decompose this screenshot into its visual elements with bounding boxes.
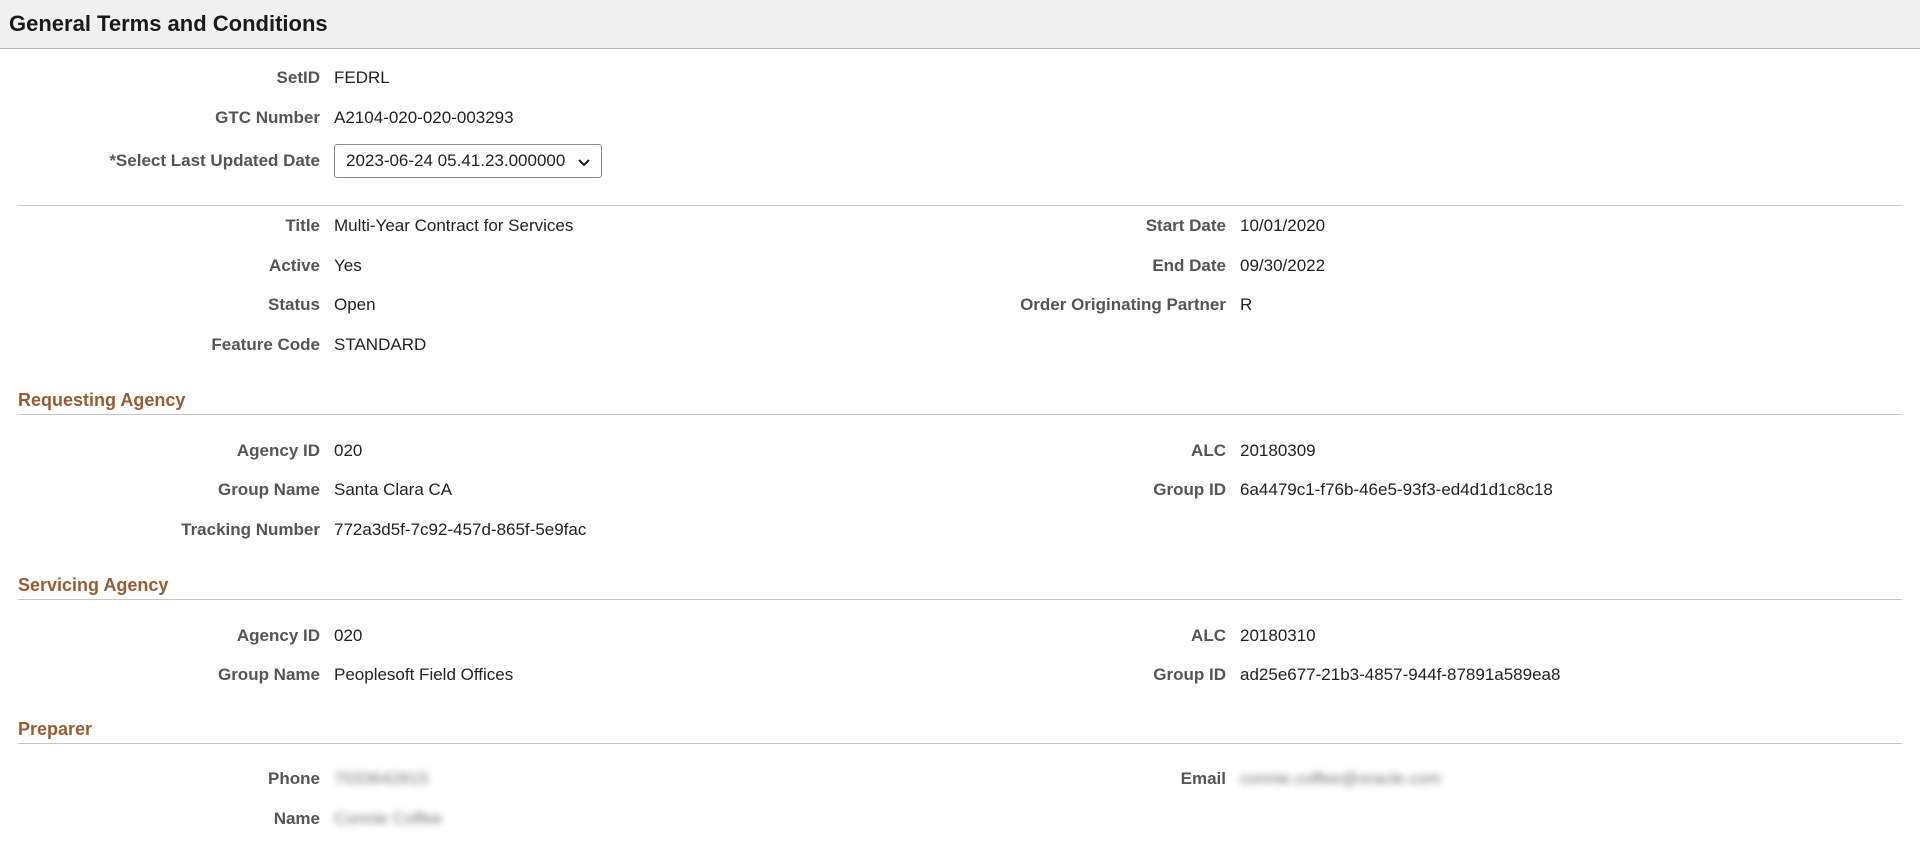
preparer-name-label: Name bbox=[273, 809, 320, 828]
last-updated-date-select[interactable]: 2023-06-24 05.41.23.000000 bbox=[334, 144, 603, 178]
divider bbox=[18, 743, 1902, 744]
req-group-id-value: 6a4479c1-f76b-46e5-93f3-ed4d1d1c8c18 bbox=[1240, 480, 1553, 499]
req-tracking-label: Tracking Number bbox=[181, 520, 320, 539]
gtc-number-label: GTC Number bbox=[215, 108, 320, 127]
start-date-row: Start Date 10/01/2020 bbox=[0, 214, 1325, 238]
last-updated-date-value: 2023-06-24 05.41.23.000000 bbox=[346, 151, 566, 170]
preparer-email-value: connie.coffee@oracle.com bbox=[1240, 769, 1442, 788]
gtc-number-value: A2104-020-020-003293 bbox=[334, 108, 514, 127]
req-group-id-row: Group ID 6a4479c1-f76b-46e5-93f3-ed4d1d1… bbox=[0, 478, 1553, 502]
svc-group-id-label: Group ID bbox=[1153, 665, 1226, 684]
feature-code-row: Feature Code STANDARD bbox=[0, 333, 426, 357]
req-tracking-value: 772a3d5f-7c92-457d-865f-5e9fac bbox=[334, 520, 587, 539]
start-date-value: 10/01/2020 bbox=[1240, 216, 1326, 235]
requesting-agency-title: Requesting Agency bbox=[18, 390, 186, 410]
order-partner-label: Order Originating Partner bbox=[1020, 295, 1226, 314]
gtc-number-row: GTC Number A2104-020-020-003293 bbox=[0, 106, 514, 130]
svc-alc-row: ALC 20180310 bbox=[0, 624, 1316, 648]
preparer-email-row: Email connie.coffee@oracle.com bbox=[0, 767, 1442, 791]
preparer-name-value: Connie Coffee bbox=[334, 809, 443, 828]
preparer-email-label: Email bbox=[1180, 769, 1226, 788]
req-alc-value: 20180309 bbox=[1240, 441, 1316, 460]
end-date-label: End Date bbox=[1152, 256, 1226, 275]
end-date-value: 09/30/2022 bbox=[1240, 256, 1326, 275]
order-partner-value: R bbox=[1240, 295, 1253, 314]
chevron-down-icon bbox=[577, 154, 591, 168]
page-title: General Terms and Conditions bbox=[9, 11, 328, 36]
setid-row: SetID FEDRL bbox=[0, 66, 390, 90]
svc-group-id-row: Group ID ad25e677-21b3-4857-944f-87891a5… bbox=[0, 663, 1560, 687]
req-alc-label: ALC bbox=[1191, 441, 1226, 460]
order-partner-row: Order Originating Partner R bbox=[0, 293, 1252, 317]
preparer-title: Preparer bbox=[18, 719, 93, 739]
servicing-agency-title: Servicing Agency bbox=[18, 575, 169, 595]
divider bbox=[18, 205, 1902, 206]
setid-value: FEDRL bbox=[334, 68, 390, 87]
setid-label: SetID bbox=[276, 68, 320, 87]
last-updated-label: *Select Last Updated Date bbox=[109, 151, 320, 170]
page-header: General Terms and Conditions bbox=[0, 0, 1920, 49]
svc-alc-value: 20180310 bbox=[1240, 626, 1316, 645]
svc-alc-label: ALC bbox=[1191, 626, 1226, 645]
divider bbox=[18, 414, 1902, 415]
divider bbox=[18, 599, 1902, 600]
req-group-id-label: Group ID bbox=[1153, 480, 1226, 499]
last-updated-row: *Select Last Updated Date 2023-06-24 05.… bbox=[0, 144, 603, 178]
preparer-name-row: Name Connie Coffee bbox=[0, 807, 443, 831]
end-date-row: End Date 09/30/2022 bbox=[0, 254, 1325, 278]
req-alc-row: ALC 20180309 bbox=[0, 439, 1316, 463]
feature-code-value: STANDARD bbox=[334, 335, 427, 354]
feature-code-label: Feature Code bbox=[211, 335, 320, 354]
start-date-label: Start Date bbox=[1145, 216, 1226, 235]
svc-group-id-value: ad25e677-21b3-4857-944f-87891a589ea8 bbox=[1240, 665, 1561, 684]
req-tracking-row: Tracking Number 772a3d5f-7c92-457d-865f-… bbox=[0, 518, 586, 542]
